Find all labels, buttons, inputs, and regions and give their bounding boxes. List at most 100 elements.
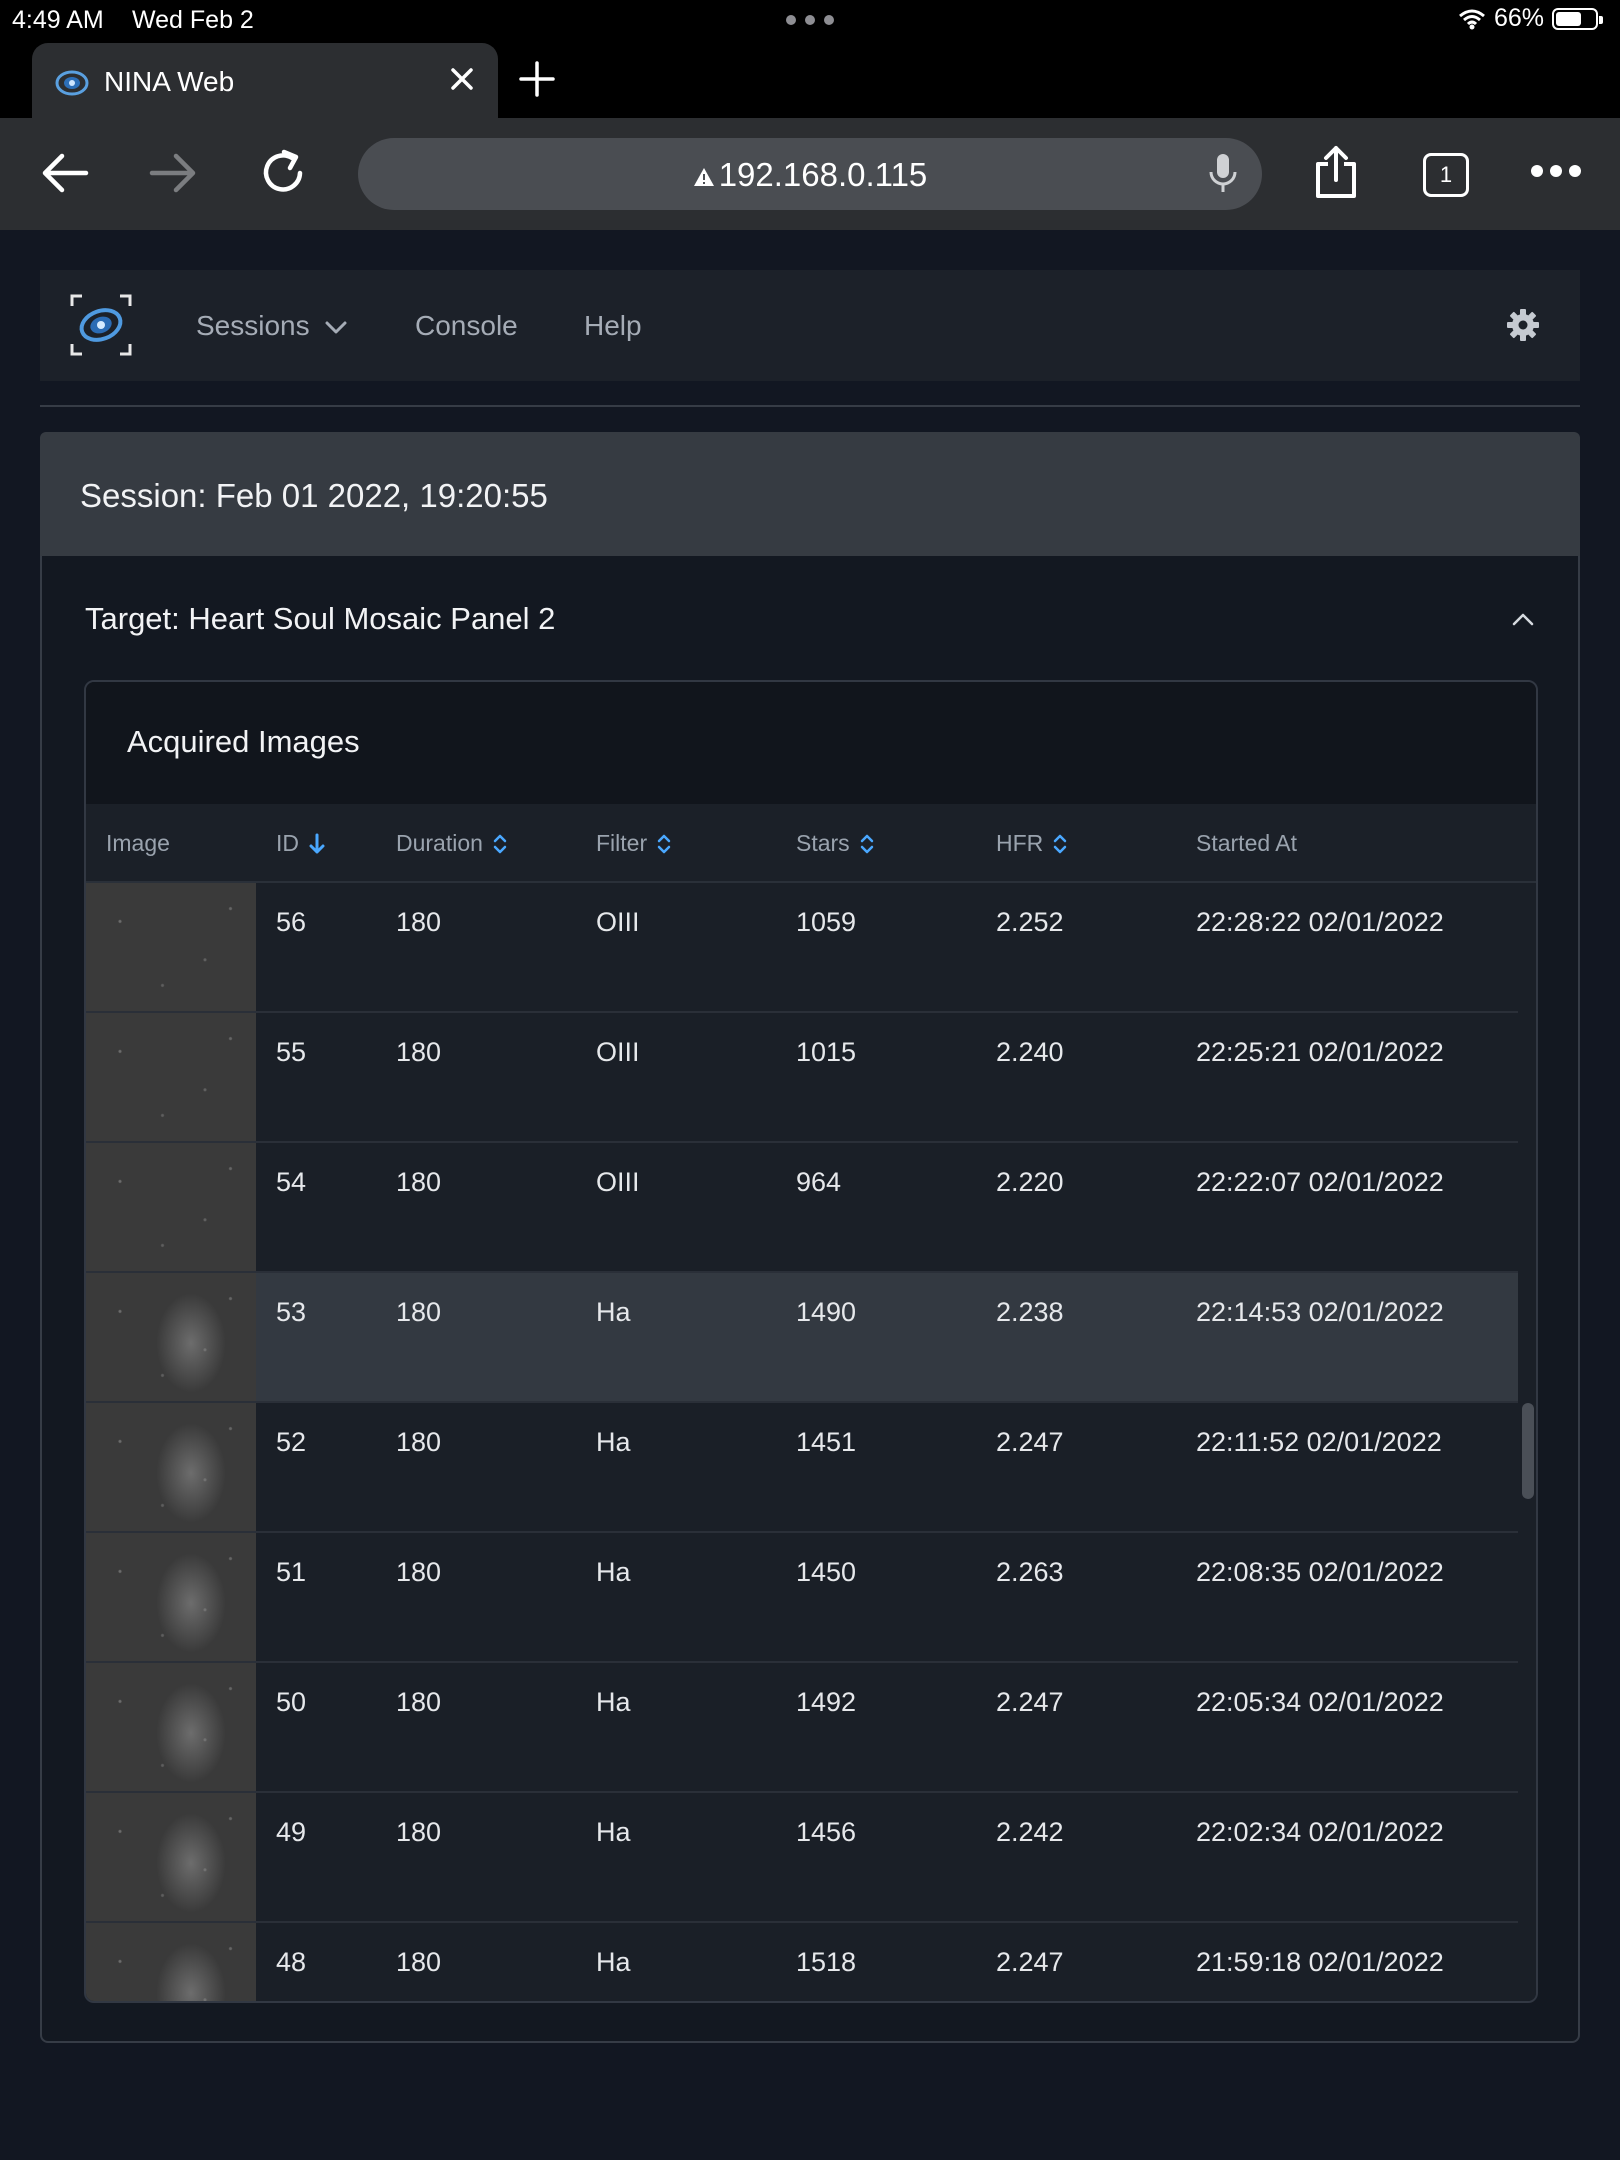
- cell-stars: 1450: [796, 1557, 857, 1587]
- target-card: Target: Heart Soul Mosaic Panel 2 Acquir…: [40, 556, 1580, 2043]
- more-menu-icon[interactable]: [1530, 164, 1582, 178]
- column-header-duration[interactable]: Duration: [396, 830, 507, 857]
- tab-switcher-button[interactable]: 1: [1423, 153, 1469, 197]
- chevron-up-icon[interactable]: [1512, 612, 1534, 626]
- scrollbar[interactable]: [1518, 883, 1536, 2001]
- table-row[interactable]: 51 180 Ha 1450 2.263 22:08:35 02/01/2022: [86, 1533, 1518, 1663]
- cell-hfr: 2.247: [996, 1687, 1064, 1717]
- url-text: 192.168.0.115: [718, 156, 928, 193]
- cell-stars: 1518: [796, 1947, 857, 1977]
- cell-hfr: 2.238: [996, 1297, 1064, 1327]
- cell-duration: 180: [396, 1557, 442, 1587]
- column-header-started-at[interactable]: Started At: [1196, 830, 1297, 857]
- nina-favicon-icon: [55, 70, 89, 96]
- column-header-stars[interactable]: Stars: [796, 830, 874, 857]
- forward-arrow-icon[interactable]: [146, 146, 200, 200]
- reload-icon[interactable]: [256, 146, 310, 200]
- browser-tab-title: NINA Web: [104, 66, 235, 97]
- cell-duration: 180: [396, 1037, 442, 1067]
- table-row[interactable]: 49 180 Ha 1456 2.242 22:02:34 02/01/2022: [86, 1793, 1518, 1923]
- image-thumbnail[interactable]: [86, 1013, 256, 1141]
- session-header[interactable]: Session: Feb 01 2022, 19:20:55: [40, 432, 1580, 556]
- cell-hfr: 2.242: [996, 1817, 1064, 1847]
- nina-logo-icon[interactable]: [70, 294, 132, 356]
- cell-id: 54: [276, 1167, 307, 1197]
- browser-tab-strip: NINA Web: [0, 40, 1620, 118]
- image-thumbnail[interactable]: [86, 883, 256, 1011]
- status-date: Wed Feb 2: [132, 6, 254, 34]
- table-row[interactable]: 56 180 OIII 1059 2.252 22:28:22 02/01/2022: [86, 883, 1518, 1013]
- cell-stars: 1015: [796, 1037, 857, 1067]
- image-thumbnail[interactable]: [86, 1403, 256, 1531]
- sort-icon: [860, 834, 873, 853]
- cell-hfr: 2.220: [996, 1167, 1064, 1197]
- table-row[interactable]: 52 180 Ha 1451 2.247 22:11:52 02/01/2022: [86, 1403, 1518, 1533]
- cell-duration: 180: [396, 1947, 442, 1977]
- cell-started-at: 21:59:18 02/01/2022: [1196, 1947, 1444, 1977]
- battery-icon: [1552, 7, 1603, 30]
- nav-help-link[interactable]: Help: [584, 310, 642, 342]
- close-tab-icon[interactable]: [448, 65, 476, 93]
- cell-started-at: 22:14:53 02/01/2022: [1196, 1297, 1444, 1327]
- cell-stars: 964: [796, 1167, 842, 1197]
- browser-tab[interactable]: NINA Web: [32, 43, 498, 118]
- cell-filter: OIII: [596, 1037, 640, 1067]
- table-row[interactable]: 55 180 OIII 1015 2.240 22:25:21 02/01/2022: [86, 1013, 1518, 1143]
- nav-divider: [40, 405, 1580, 407]
- cell-started-at: 22:08:35 02/01/2022: [1196, 1557, 1444, 1587]
- table-row[interactable]: 48 180 Ha 1518 2.247 21:59:18 02/01/2022: [86, 1923, 1518, 2001]
- image-thumbnail[interactable]: [86, 1143, 256, 1271]
- cell-filter: Ha: [596, 1557, 631, 1587]
- nav-console-link[interactable]: Console: [415, 310, 518, 342]
- multitask-dots-icon[interactable]: [785, 14, 835, 26]
- cell-hfr: 2.240: [996, 1037, 1064, 1067]
- table-body[interactable]: 56 180 OIII 1059 2.252 22:28:22 02/01/2022 55 1…: [86, 883, 1518, 2001]
- cell-id: 56: [276, 907, 307, 937]
- cell-started-at: 22:05:34 02/01/2022: [1196, 1687, 1444, 1717]
- cell-filter: OIII: [596, 907, 640, 937]
- table-row[interactable]: 54 180 OIII 964 2.220 22:22:07 02/01/2022: [86, 1143, 1518, 1273]
- status-right: 66%: [1458, 4, 1603, 33]
- cell-id: 51: [276, 1557, 307, 1587]
- cell-id: 55: [276, 1037, 307, 1067]
- session-label: Session: Feb 01 2022, 19:20:55: [80, 477, 548, 514]
- cell-id: 48: [276, 1947, 307, 1977]
- battery-percent: 66%: [1493, 4, 1544, 32]
- cell-stars: 1456: [796, 1817, 857, 1847]
- wifi-icon: [1458, 9, 1485, 29]
- target-label[interactable]: Target: Heart Soul Mosaic Panel 2: [85, 601, 555, 637]
- nav-sessions-dropdown[interactable]: Sessions: [196, 310, 347, 342]
- column-header-filter[interactable]: Filter: [596, 830, 671, 857]
- cell-duration: 180: [396, 907, 442, 937]
- image-thumbnail[interactable]: [86, 1923, 256, 2001]
- cell-started-at: 22:02:34 02/01/2022: [1196, 1817, 1444, 1847]
- app-navbar: Sessions Console Help: [40, 270, 1580, 381]
- cell-duration: 180: [396, 1167, 442, 1197]
- table-row[interactable]: 53 180 Ha 1490 2.238 22:14:53 02/01/2022: [86, 1273, 1518, 1403]
- table-row[interactable]: 50 180 Ha 1492 2.247 22:05:34 02/01/2022: [86, 1663, 1518, 1793]
- cell-id: 53: [276, 1297, 307, 1327]
- image-thumbnail[interactable]: [86, 1663, 256, 1791]
- image-thumbnail[interactable]: [86, 1793, 256, 1921]
- cell-filter: Ha: [596, 1297, 631, 1327]
- image-thumbnail[interactable]: [86, 1273, 256, 1401]
- cell-id: 52: [276, 1427, 307, 1457]
- address-bar[interactable]: 192.168.0.115: [358, 138, 1262, 210]
- share-icon[interactable]: [1312, 144, 1360, 200]
- gear-icon[interactable]: [1506, 308, 1540, 342]
- back-arrow-icon[interactable]: [38, 146, 92, 200]
- cell-stars: 1490: [796, 1297, 857, 1327]
- new-tab-icon[interactable]: [518, 60, 556, 98]
- cell-started-at: 22:28:22 02/01/2022: [1196, 907, 1444, 937]
- scrollbar-thumb[interactable]: [1522, 1403, 1534, 1499]
- cell-hfr: 2.252: [996, 907, 1064, 937]
- cell-filter: Ha: [596, 1947, 631, 1977]
- cell-stars: 1059: [796, 907, 857, 937]
- sort-icon: [493, 834, 507, 853]
- cell-duration: 180: [396, 1297, 442, 1327]
- image-thumbnail[interactable]: [86, 1533, 256, 1661]
- column-header-id[interactable]: ID: [276, 830, 325, 857]
- microphone-icon[interactable]: [1208, 152, 1238, 196]
- column-header-hfr[interactable]: HFR: [996, 830, 1067, 857]
- sort-icon: [1054, 834, 1067, 853]
